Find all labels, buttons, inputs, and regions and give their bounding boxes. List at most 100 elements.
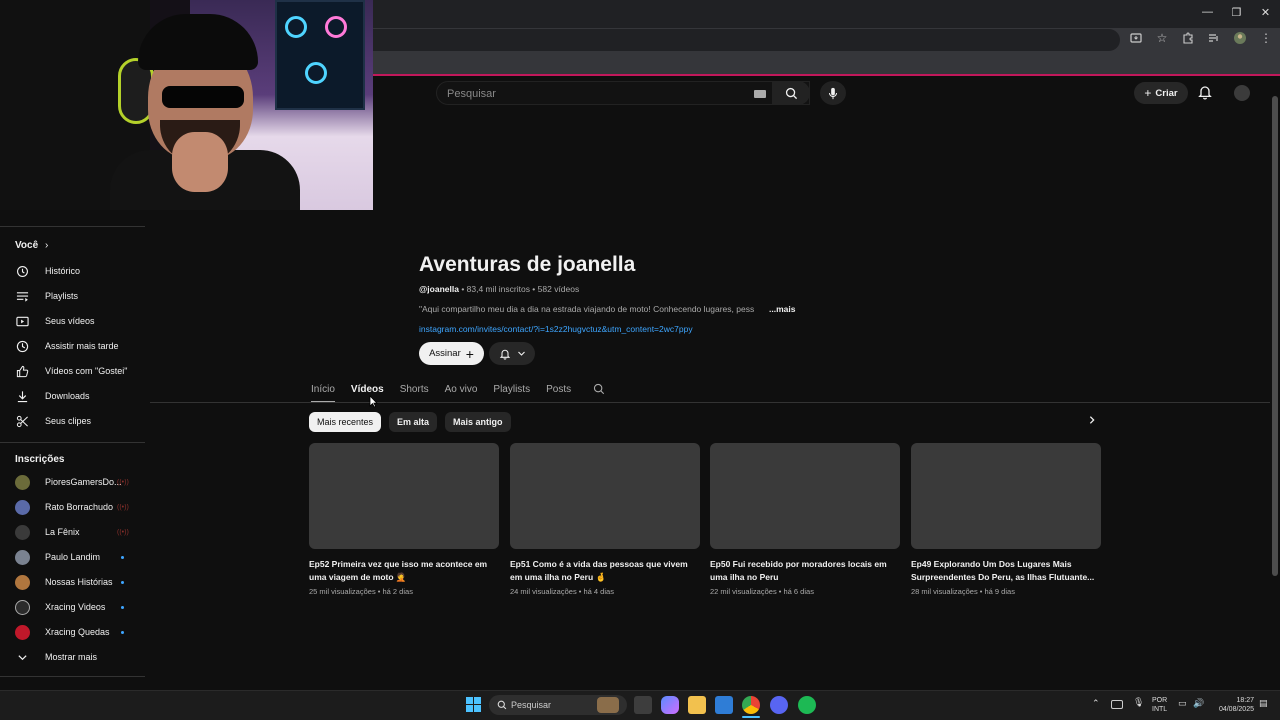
channel-description[interactable]: "Aqui compartilho meu dia a dia na estra… (419, 304, 754, 314)
video-title[interactable]: Ep50 Fui recebido por moradores locais e… (710, 558, 900, 583)
sidebar-item-downloads[interactable]: Downloads (0, 385, 145, 407)
channel-search-icon[interactable] (593, 382, 607, 396)
sidebar-divider (0, 226, 145, 227)
live-icon: ((•)) (117, 528, 129, 536)
spotify-icon[interactable] (798, 696, 816, 714)
sidebar-item-your-videos[interactable]: Seus vídeos (0, 310, 145, 332)
search-input[interactable] (447, 86, 747, 102)
tab-live[interactable]: Ao vivo (445, 375, 478, 403)
chevron-right-icon[interactable] (1087, 415, 1101, 429)
description-more-link[interactable]: ...mais (769, 304, 795, 314)
bookmark-star-icon[interactable]: ☆ (1154, 30, 1170, 46)
tray-microphone-icon[interactable]: 🎙 (1133, 698, 1144, 707)
file-explorer-icon[interactable] (688, 696, 706, 714)
sidebar-item-label: La Fênix (45, 527, 80, 537)
sidebar-item-history[interactable]: Histórico (0, 260, 145, 282)
chevron-down-icon (517, 351, 525, 356)
chevron-down-icon (15, 650, 29, 664)
sidebar-item-your-clips[interactable]: Seus clipes (0, 410, 145, 432)
video-card[interactable]: Ep50 Fui recebido por moradores locais e… (710, 443, 900, 596)
sidebar-item-label: Xracing Videos (45, 602, 106, 612)
sidebar-item-label: Assistir mais tarde (45, 341, 119, 351)
tray-monitor-icon[interactable]: ▭ (1178, 699, 1187, 708)
live-icon: ((•)) (117, 503, 129, 511)
microphone-icon (828, 87, 838, 99)
sidebar-item-playlists[interactable]: Playlists (0, 285, 145, 307)
video-thumbnail[interactable] (309, 443, 499, 549)
sidebar-subscription-item[interactable]: Nossas Histórias (0, 571, 145, 593)
chip-oldest[interactable]: Mais antigo (445, 412, 511, 432)
search-box (436, 81, 810, 105)
keyboard-icon[interactable] (754, 90, 766, 98)
channel-avatar (15, 524, 30, 540)
tab-home[interactable]: Início (311, 375, 335, 403)
restore-button[interactable]: ❐ (1222, 0, 1251, 24)
account-avatar[interactable] (1234, 85, 1250, 101)
taskbar-search-label: Pesquisar (511, 700, 552, 710)
browser-menu-icon[interactable]: ⋮ (1258, 30, 1274, 46)
media-controls-icon[interactable] (1206, 30, 1222, 46)
sidebar-subscription-item[interactable]: La Fênix ((•)) (0, 521, 145, 543)
video-card[interactable]: Ep51 Como é a vida das pessoas que vivem… (510, 443, 700, 596)
tray-chevron-up-icon[interactable]: ⌃ (1092, 699, 1100, 708)
task-view-icon[interactable] (634, 696, 652, 714)
video-card[interactable]: Ep52 Primeira vez que isso me acontece e… (309, 443, 499, 596)
taskbar-search[interactable]: Pesquisar (489, 695, 627, 715)
video-title[interactable]: Ep49 Explorando Um Dos Lugares Mais Surp… (911, 558, 1101, 583)
create-button[interactable]: + Criar (1134, 82, 1188, 104)
microsoft-store-icon[interactable] (715, 696, 733, 714)
install-app-icon[interactable] (1128, 30, 1144, 46)
sidebar-subscriptions-heading: Inscrições (15, 454, 65, 465)
channel-external-link[interactable]: instagram.com/invites/contact/?i=1s2z2hu… (419, 324, 693, 334)
download-icon (15, 389, 29, 403)
subscribe-button[interactable]: Assinar + (419, 342, 484, 365)
scrollbar-thumb[interactable] (1272, 96, 1278, 576)
minimize-button[interactable]: — (1193, 0, 1222, 24)
video-card[interactable]: Ep49 Explorando Um Dos Lugares Mais Surp… (911, 443, 1101, 596)
taskbar-clock[interactable]: 18:27 04/08/2025 (1212, 696, 1254, 714)
search-button[interactable] (772, 81, 810, 105)
sidebar-show-more[interactable]: Mostrar mais (0, 646, 145, 668)
notification-center-icon[interactable]: ▤ (1259, 699, 1268, 708)
notification-settings-button[interactable] (489, 342, 535, 365)
video-thumbnail[interactable] (911, 443, 1101, 549)
channel-stats: • 83,4 mil inscritos • 582 vídeos (458, 284, 580, 294)
create-label: Criar (1155, 87, 1178, 99)
video-title[interactable]: Ep52 Primeira vez que isso me acontece e… (309, 558, 499, 583)
new-content-dot (121, 605, 124, 609)
sidebar-item-label: Seus clipes (45, 416, 92, 426)
copilot-icon[interactable] (661, 696, 679, 714)
page-scrollbar[interactable] (1271, 76, 1279, 686)
keyboard-language[interactable]: POR INTL (1152, 696, 1167, 714)
sidebar-subscription-item[interactable]: Rato Borrachudo ((•)) (0, 496, 145, 518)
notifications-bell-icon[interactable] (1197, 84, 1215, 102)
profile-icon[interactable] (1232, 30, 1248, 46)
discord-icon[interactable] (770, 696, 788, 714)
chip-popular[interactable]: Em alta (389, 412, 438, 432)
tab-posts[interactable]: Posts (546, 375, 571, 403)
search-icon (497, 700, 507, 710)
sidebar-subscription-item[interactable]: Xracing Videos (0, 596, 145, 618)
chip-latest[interactable]: Mais recentes (309, 412, 382, 432)
sidebar-subscription-item[interactable]: Xracing Quedas (0, 621, 145, 643)
tab-playlists[interactable]: Playlists (493, 375, 530, 403)
sidebar-item-watch-later[interactable]: Assistir mais tarde (0, 335, 145, 357)
tab-videos[interactable]: Vídeos (351, 375, 384, 403)
playlist-icon (15, 289, 29, 303)
extensions-icon[interactable] (1180, 30, 1196, 46)
sidebar-subscription-item[interactable]: Paulo Landim (0, 546, 145, 568)
video-thumbnail[interactable] (510, 443, 700, 549)
tray-network-drive-icon[interactable] (1111, 700, 1123, 709)
voice-search-button[interactable] (820, 81, 846, 105)
video-thumbnail[interactable] (710, 443, 900, 549)
tray-volume-icon[interactable]: 🔊 (1193, 699, 1204, 708)
sidebar-subscription-item[interactable]: PioresGamersDo... ((•)) (0, 471, 145, 493)
chrome-icon[interactable] (742, 696, 760, 714)
sidebar-item-liked-videos[interactable]: Vídeos com "Gostei" (0, 360, 145, 382)
close-button[interactable]: ✕ (1251, 0, 1280, 24)
fan-icon (285, 16, 307, 38)
tab-shorts[interactable]: Shorts (400, 375, 429, 403)
sidebar-you-heading[interactable]: Você › (15, 240, 48, 251)
video-title[interactable]: Ep51 Como é a vida das pessoas que vivem… (510, 558, 700, 583)
windows-start-icon[interactable] (466, 697, 481, 712)
